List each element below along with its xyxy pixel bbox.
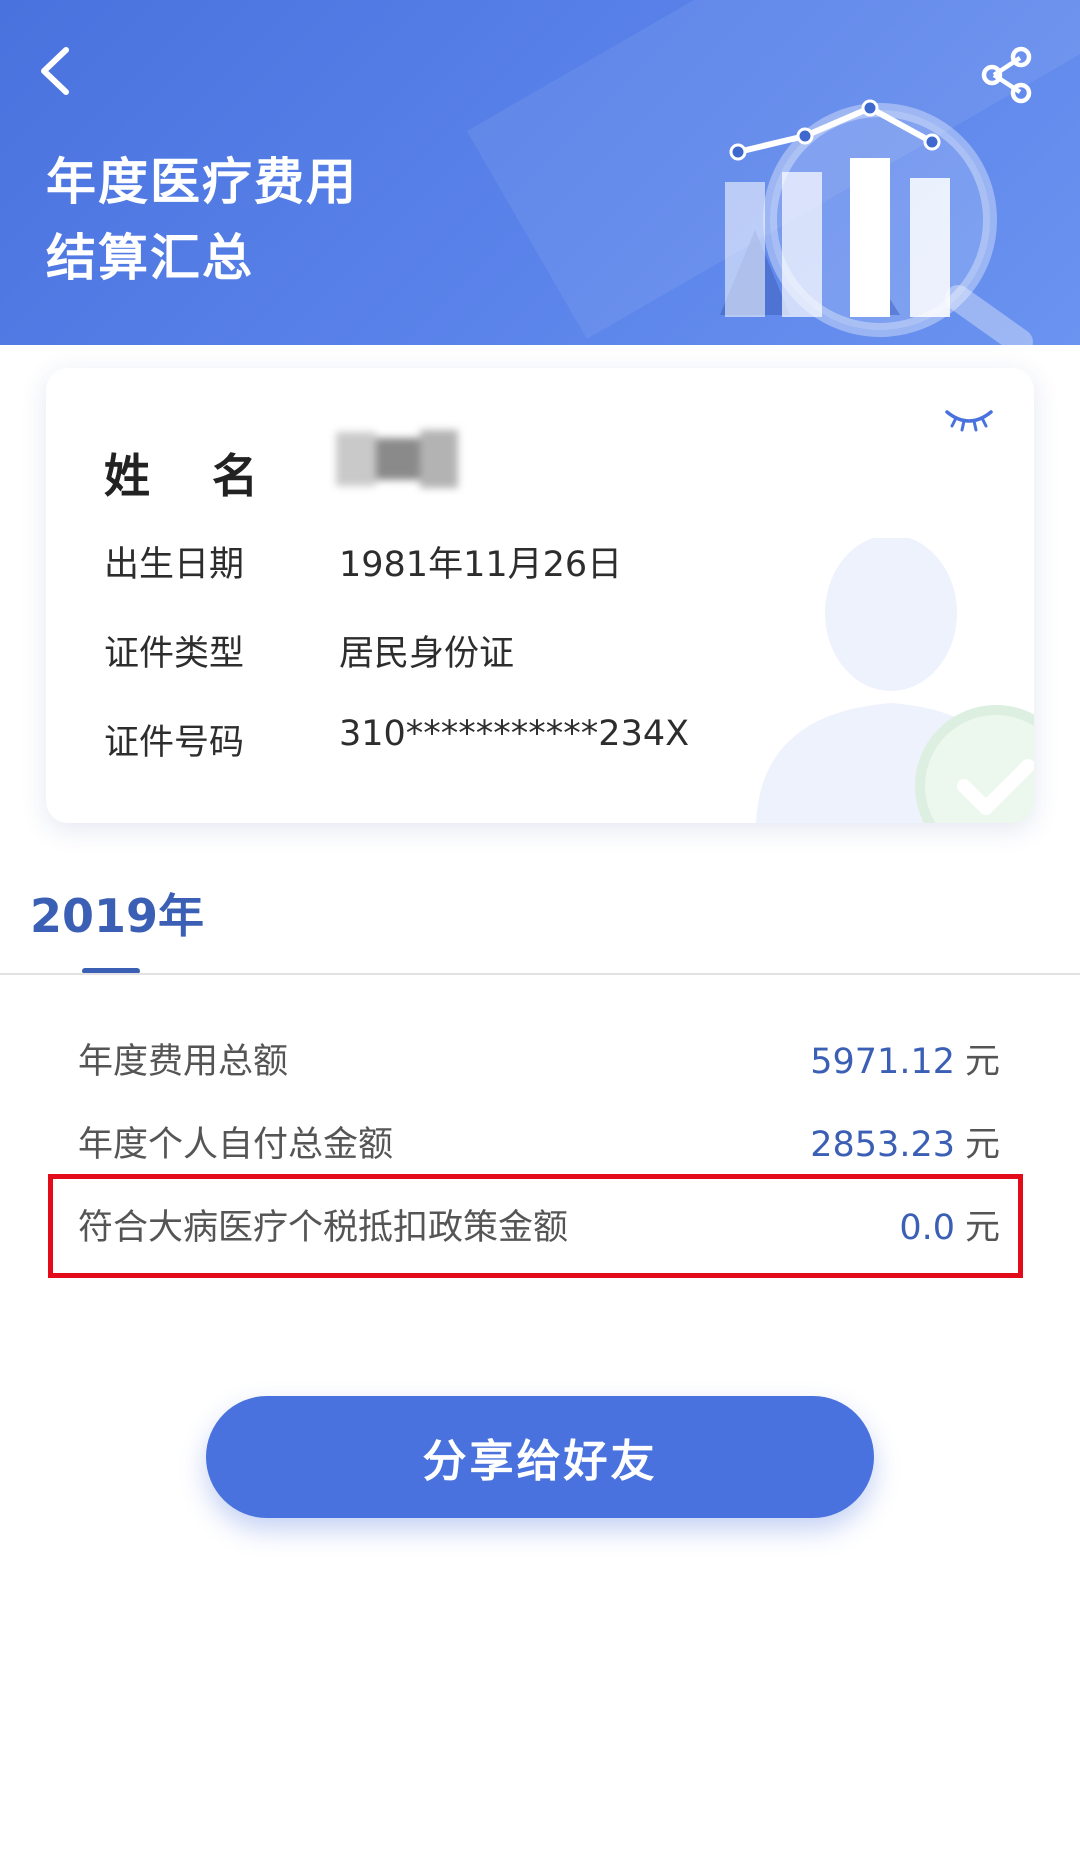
birthdate-value: 1981年11月26日 (339, 545, 623, 585)
total-cost-label: 年度费用总额 (78, 1042, 289, 1082)
birthdate-label: 出生日期 (104, 545, 245, 585)
total-cost-unit: 元 (964, 1042, 1000, 1082)
header: 年度医疗费用 结算汇总 (0, 0, 1080, 345)
profile-card: 姓名 出生日期 1981年11月26日 证件类型 居民身份证 证件号码 310*… (46, 368, 1034, 823)
self-pay-value: 2853.23 元 (810, 1116, 1000, 1167)
page-title-line2: 结算汇总 (46, 229, 254, 287)
name-label: 姓名 (104, 449, 320, 503)
name-value-masked (336, 426, 458, 492)
chevron-left-icon (41, 47, 69, 95)
person-verified-illustration (756, 538, 1034, 823)
self-pay-amount: 2853.23 (810, 1125, 955, 1165)
total-cost-amount: 5971.12 (810, 1042, 955, 1082)
self-pay-label: 年度个人自付总金额 (78, 1125, 394, 1165)
total-cost-value: 5971.12 元 (810, 1033, 1000, 1084)
id-number-value: 310***********234X (339, 714, 690, 754)
tab-divider (0, 973, 1080, 975)
chart-magnifier-illustration (720, 99, 1033, 345)
share-to-friends-button[interactable]: 分享给好友 (206, 1396, 874, 1518)
id-number-label: 证件号码 (104, 723, 245, 763)
tab-year-2019[interactable]: 2019年 (30, 880, 204, 946)
page-title-line1: 年度医疗费用 (46, 153, 358, 211)
back-button[interactable] (30, 40, 86, 102)
id-type-value: 居民身份证 (339, 634, 515, 674)
self-pay-unit: 元 (964, 1125, 1000, 1165)
eye-closed-icon[interactable] (944, 404, 994, 434)
highlight-annotation-box (48, 1174, 1023, 1278)
id-type-label: 证件类型 (104, 634, 245, 674)
